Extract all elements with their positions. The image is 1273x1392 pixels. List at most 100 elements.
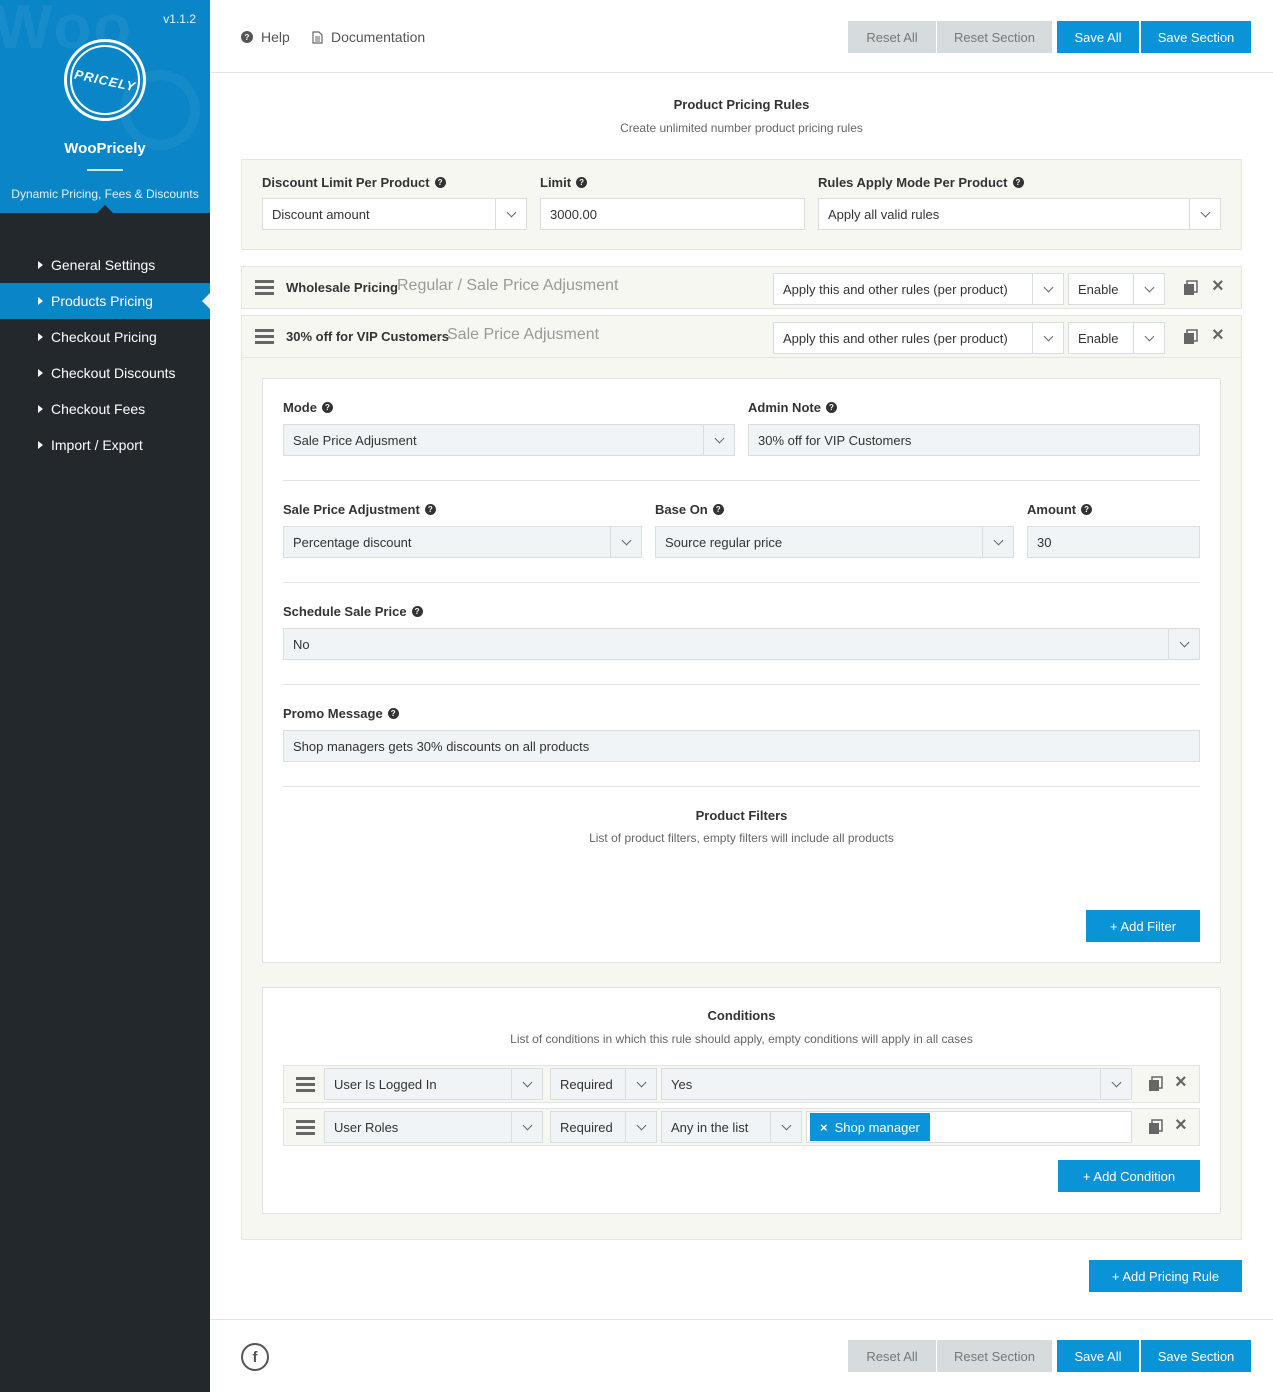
condition-value-select[interactable]: Yes [661, 1068, 1132, 1100]
rule-apply-select[interactable]: Apply this and other rules (per product) [773, 273, 1064, 305]
help-icon[interactable]: ? [1012, 177, 1024, 188]
help-link[interactable]: ? Help [241, 29, 290, 45]
condition-type-select[interactable]: User Roles [324, 1111, 543, 1143]
admin-note-input[interactable]: 30% off for VIP Customers [748, 424, 1200, 456]
rule-status-select[interactable]: Enable [1068, 273, 1165, 305]
condition-requirement-select[interactable]: Required [550, 1111, 657, 1143]
rule-mode: Regular / Sale Price Adjusment [397, 277, 619, 294]
base-on-select[interactable]: Source regular price [655, 526, 1014, 558]
condition-roles-multiselect[interactable]: × Shop manager [806, 1111, 1132, 1143]
schedule-select[interactable]: No [283, 628, 1200, 660]
app-tagline: Dynamic Pricing, Fees & Discounts [11, 187, 199, 201]
add-filter-button[interactable]: + Add Filter [1086, 910, 1200, 942]
sidebar-nav: General Settings Products Pricing Checko… [0, 247, 210, 463]
page-subtitle: Create unlimited number product pricing … [620, 121, 863, 135]
admin-note-label: Admin Note? [748, 400, 837, 415]
add-pricing-rule-button[interactable]: + Add Pricing Rule [1089, 1260, 1242, 1292]
discount-limit-select[interactable]: Discount amount [262, 198, 527, 230]
chevron-down-icon [1032, 323, 1063, 353]
close-icon[interactable]: × [1212, 325, 1224, 345]
rule-apply-select[interactable]: Apply this and other rules (per product) [773, 322, 1064, 354]
sidebar-item-general-settings[interactable]: General Settings [0, 247, 210, 283]
role-tag[interactable]: × Shop manager [810, 1113, 930, 1141]
bottom-toolbar: f Reset All Reset Section Save All Save … [210, 1319, 1273, 1392]
close-icon[interactable]: × [1175, 1072, 1187, 1092]
reset-section-button[interactable]: Reset Section [937, 1340, 1052, 1372]
caret-right-icon [38, 441, 43, 449]
duplicate-icon[interactable] [1183, 280, 1199, 296]
rule-header-wholesale[interactable]: Wholesale Pricing Regular / Sale Price A… [241, 266, 1242, 309]
drag-handle-icon[interactable] [296, 1120, 315, 1135]
rule-mode: Sale Price Adjusment [447, 326, 600, 343]
help-icon[interactable]: ? [825, 402, 837, 413]
help-icon[interactable]: ? [712, 504, 724, 515]
filters-subtitle: List of product filters, empty filters w… [589, 831, 894, 845]
condition-type-select[interactable]: User Is Logged In [324, 1068, 543, 1100]
chevron-down-icon [1133, 274, 1164, 304]
save-section-button[interactable]: Save Section [1141, 21, 1251, 53]
help-icon[interactable]: ? [424, 504, 436, 515]
condition-operator-select[interactable]: Any in the list [661, 1111, 802, 1143]
sidebar-item-import-export[interactable]: Import / Export [0, 427, 210, 463]
chevron-down-icon [1032, 274, 1063, 304]
pricely-logo: PRICELY [64, 39, 146, 121]
add-condition-button[interactable]: + Add Condition [1058, 1160, 1200, 1192]
chevron-down-icon [610, 527, 641, 557]
help-icon[interactable]: ? [321, 402, 333, 413]
help-icon[interactable]: ? [434, 177, 446, 188]
condition-requirement-select[interactable]: Required [550, 1068, 657, 1100]
schedule-label: Schedule Sale Price? [283, 604, 423, 619]
close-icon[interactable]: × [1175, 1115, 1187, 1135]
save-all-button[interactable]: Save All [1057, 1340, 1139, 1372]
drag-handle-icon[interactable] [255, 280, 274, 295]
drag-handle-icon[interactable] [255, 329, 274, 344]
drag-handle-icon[interactable] [296, 1077, 315, 1092]
facebook-icon[interactable]: f [241, 1343, 269, 1371]
chevron-down-icon [511, 1069, 542, 1099]
remove-tag-icon[interactable]: × [820, 1120, 828, 1135]
reset-all-button[interactable]: Reset All [848, 21, 936, 53]
help-icon[interactable]: ? [411, 606, 423, 617]
condition-row: User Is Logged In Required Yes × [283, 1065, 1200, 1103]
mode-select[interactable]: Sale Price Adjusment [283, 424, 735, 456]
reset-section-button[interactable]: Reset Section [937, 21, 1052, 53]
amount-input[interactable]: 30 [1027, 526, 1200, 558]
rule-settings-panel: Mode? Sale Price Adjusment Admin Note? 3… [262, 378, 1221, 963]
caret-right-icon [38, 369, 43, 377]
help-icon[interactable]: ? [576, 177, 588, 188]
save-section-button[interactable]: Save Section [1141, 1340, 1251, 1372]
global-settings-box: Discount Limit Per Product? Discount amo… [241, 159, 1242, 250]
chevron-down-icon [982, 527, 1013, 557]
limit-input[interactable]: 3000.00 [540, 198, 805, 230]
sidebar-item-label: Checkout Discounts [51, 365, 176, 381]
apply-mode-select[interactable]: Apply all valid rules [818, 198, 1221, 230]
close-icon[interactable]: × [1212, 276, 1224, 296]
chevron-down-icon [1189, 199, 1220, 229]
chevron-down-icon [770, 1112, 801, 1142]
sidebar-item-checkout-discounts[interactable]: Checkout Discounts [0, 355, 210, 391]
duplicate-icon[interactable] [1148, 1076, 1164, 1092]
rule-body: Mode? Sale Price Adjusment Admin Note? 3… [241, 358, 1242, 1240]
save-all-button[interactable]: Save All [1057, 21, 1139, 53]
rule-status-select[interactable]: Enable [1068, 322, 1165, 354]
sidebar-item-products-pricing[interactable]: Products Pricing [0, 283, 210, 319]
divider [283, 480, 1200, 481]
help-label: Help [261, 29, 290, 45]
question-circle-icon: ? [241, 31, 253, 43]
sale-price-adjustment-select[interactable]: Percentage discount [283, 526, 642, 558]
reset-all-button[interactable]: Reset All [848, 1340, 936, 1372]
help-icon[interactable]: ? [387, 708, 399, 719]
duplicate-icon[interactable] [1183, 329, 1199, 345]
duplicate-icon[interactable] [1148, 1119, 1164, 1135]
rule-name: Wholesale Pricing [286, 280, 398, 295]
sidebar-item-checkout-fees[interactable]: Checkout Fees [0, 391, 210, 427]
help-icon[interactable]: ? [1081, 504, 1093, 515]
filters-title: Product Filters [695, 808, 788, 823]
conditions-title: Conditions [707, 1008, 776, 1023]
documentation-link[interactable]: Documentation [312, 29, 425, 45]
sidebar-item-checkout-pricing[interactable]: Checkout Pricing [0, 319, 210, 355]
rule-header-vip[interactable]: 30% off for VIP Customers Sale Price Adj… [241, 315, 1242, 358]
promo-message-input[interactable]: Shop managers gets 30% discounts on all … [283, 730, 1200, 762]
chevron-down-icon [625, 1069, 656, 1099]
svg-text:?: ? [245, 33, 250, 42]
